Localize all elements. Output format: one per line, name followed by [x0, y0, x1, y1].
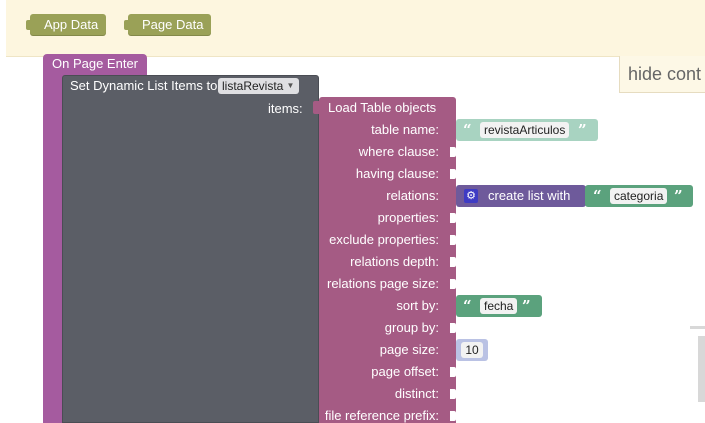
empty-socket-having-clause[interactable] — [450, 169, 456, 179]
param-exclude-properties: exclude properties: — [329, 232, 439, 247]
empty-socket-properties[interactable] — [450, 213, 456, 223]
empty-socket-file-reference-prefix[interactable] — [450, 411, 456, 421]
open-quote-icon: “ — [463, 297, 472, 315]
hide-panel-label: hide cont — [628, 64, 702, 84]
page-size-field[interactable]: 10 — [461, 342, 483, 358]
empty-socket-where-clause[interactable] — [450, 147, 456, 157]
open-quote-icon: “ — [593, 187, 602, 205]
list-selector-value: listaRevista — [222, 79, 284, 93]
open-quote-icon: “ — [463, 121, 472, 139]
app-data-button[interactable]: App Data — [26, 14, 107, 36]
chevron-down-icon: ▼ — [286, 81, 295, 90]
app-data-label: App Data — [44, 17, 99, 32]
hide-panel-toggle[interactable]: hide cont — [619, 56, 705, 93]
param-having-clause: having clause: — [355, 166, 439, 181]
empty-socket-group-by[interactable] — [450, 323, 456, 333]
list-selector-dropdown[interactable]: listaRevista ▼ — [218, 78, 300, 94]
on-page-enter-label: On Page Enter — [52, 56, 138, 71]
block-notch — [124, 20, 131, 30]
empty-socket-relations-page-size[interactable] — [450, 279, 456, 289]
param-file-reference-prefix: file reference prefix: — [324, 408, 439, 423]
trash-icon[interactable] — [690, 326, 705, 402]
param-relations-page-size: relations page size: — [326, 276, 439, 291]
relation-item-field[interactable]: categoria — [610, 188, 668, 204]
param-table-name: table name: — [371, 122, 439, 137]
block-notch — [26, 20, 33, 30]
param-page-offset: page offset: — [371, 364, 439, 379]
param-page-size: page size: — [379, 342, 439, 357]
close-quote-icon: ” — [674, 187, 683, 205]
sort-by-text-block[interactable]: “ fecha ” — [456, 295, 542, 317]
param-sort-by: sort by: — [396, 298, 439, 313]
relation-item-text-block[interactable]: “ categoria ” — [585, 185, 693, 207]
close-quote-icon: ” — [522, 297, 531, 315]
param-where-clause: where clause: — [358, 144, 439, 159]
table-name-text-block[interactable]: “ revistaArticulos ” — [456, 119, 598, 141]
close-quote-icon: ” — [578, 121, 587, 139]
page-data-button[interactable]: Page Data — [124, 14, 212, 36]
param-relations-depth: relations depth: — [350, 254, 439, 269]
create-list-label: create list with — [488, 188, 571, 203]
gear-icon[interactable]: ⚙ — [464, 189, 478, 203]
empty-socket-distinct[interactable] — [450, 389, 456, 399]
param-group-by: group by: — [384, 320, 439, 335]
empty-socket-page-offset[interactable] — [450, 367, 456, 377]
trash-lid — [690, 326, 705, 329]
items-input-label: items: — [268, 101, 303, 116]
set-dynamic-list-block[interactable] — [62, 75, 319, 423]
trash-body — [698, 336, 705, 402]
empty-socket-relations-depth[interactable] — [450, 257, 456, 267]
param-properties: properties: — [377, 210, 439, 225]
page-data-label: Page Data — [142, 17, 204, 32]
set-dynamic-list-label: Set Dynamic List Items to — [70, 78, 218, 93]
table-name-field[interactable]: revistaArticulos — [480, 122, 570, 138]
workspace-edge — [0, 56, 6, 423]
param-distinct: distinct: — [394, 386, 439, 401]
variables-toolbar — [6, 0, 705, 57]
param-relations: relations: — [386, 188, 439, 203]
empty-socket-exclude-properties[interactable] — [450, 235, 456, 245]
load-table-objects-label: Load Table objects — [328, 100, 437, 115]
sort-by-field[interactable]: fecha — [480, 298, 518, 314]
